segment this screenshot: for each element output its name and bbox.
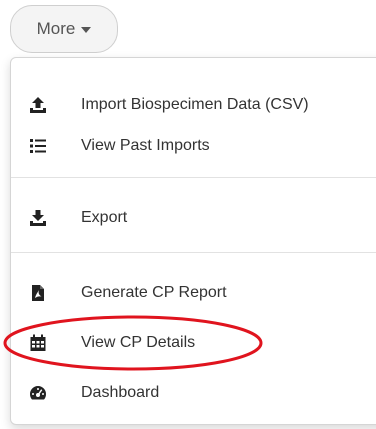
- menu-item-dashboard[interactable]: Dashboard: [11, 376, 376, 410]
- page: More Import Biospecimen Data (CSV) View …: [0, 0, 376, 429]
- menu-item-view-past-imports[interactable]: View Past Imports: [11, 129, 376, 163]
- menu-item-view-cp-details[interactable]: View CP Details: [11, 326, 376, 360]
- menu-item-label: Dashboard: [81, 384, 160, 401]
- menu-item-label: Generate CP Report: [81, 284, 227, 301]
- menu-divider: [11, 252, 376, 253]
- upload-icon: [30, 97, 46, 113]
- menu-item-label: View CP Details: [81, 334, 196, 351]
- menu-item-export[interactable]: Export: [11, 201, 376, 235]
- menu-item-label: View Past Imports: [81, 137, 210, 154]
- caret-down-icon: [81, 27, 92, 33]
- calendar-icon: [30, 334, 46, 351]
- more-button-label: More: [36, 19, 76, 38]
- menu-item-label: Import Biospecimen Data (CSV): [81, 96, 309, 113]
- menu-divider: [11, 177, 376, 178]
- list-icon: [30, 139, 46, 153]
- dashboard-icon: [29, 386, 47, 400]
- menu-item-generate-cp-report[interactable]: Generate CP Report: [11, 276, 376, 310]
- menu-item-label: Export: [81, 209, 128, 226]
- more-dropdown-button[interactable]: More: [10, 5, 118, 53]
- more-dropdown-menu: Import Biospecimen Data (CSV) View Past …: [10, 57, 376, 425]
- download-icon: [30, 210, 46, 226]
- menu-item-import-biospecimen[interactable]: Import Biospecimen Data (CSV): [11, 88, 376, 122]
- pdf-file-icon: [32, 285, 44, 301]
